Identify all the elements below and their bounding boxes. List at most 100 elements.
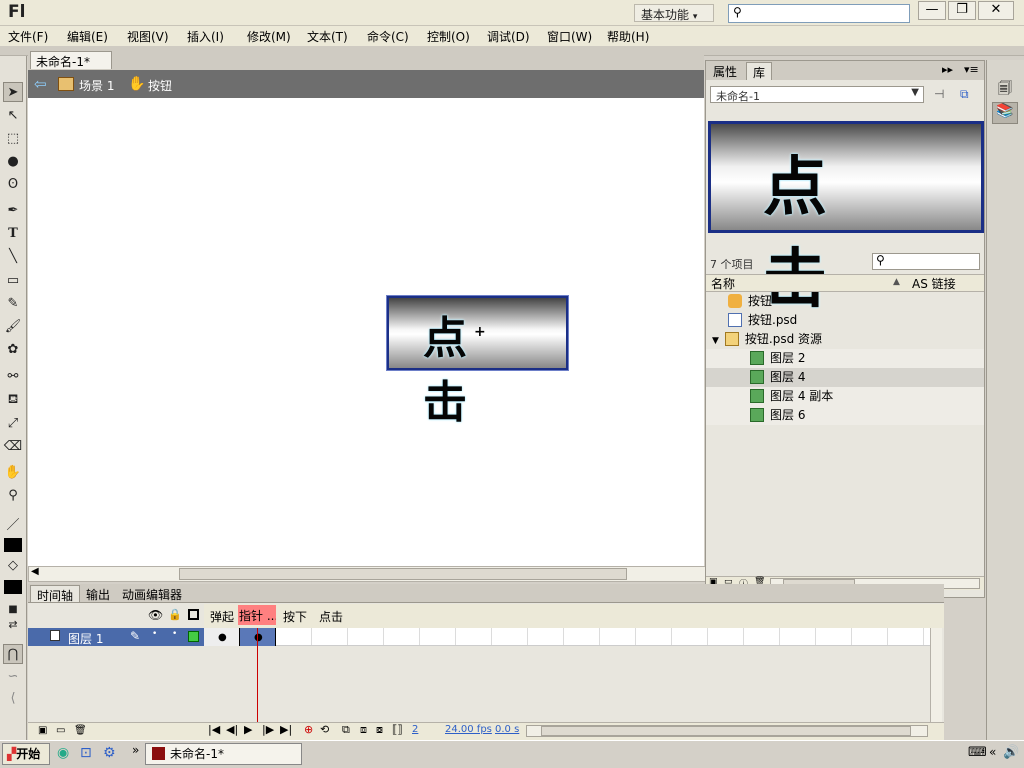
- onion-outline-icon[interactable]: ⧈: [360, 723, 367, 737]
- straighten-icon[interactable]: ⟨: [3, 689, 23, 709]
- modify-markers-icon[interactable]: ⟦⟧: [392, 723, 403, 736]
- layer-name[interactable]: 图层 1: [68, 630, 103, 647]
- deco-tool-icon[interactable]: ✿: [3, 340, 23, 360]
- lock-icon[interactable]: 🔒: [168, 608, 182, 621]
- list-item[interactable]: 图层 2: [706, 349, 984, 368]
- snap-magnet-icon[interactable]: ⋂: [3, 644, 23, 664]
- timeline-vertical-scrollbar[interactable]: [930, 628, 942, 722]
- delete-layer-icon[interactable]: 🗑: [74, 725, 87, 736]
- pen-tool-icon[interactable]: ✒: [3, 201, 23, 221]
- button-instance[interactable]: 点 击 +: [387, 296, 568, 428]
- first-frame-icon[interactable]: |◀: [208, 723, 220, 736]
- breadcrumb-scene[interactable]: 场景 1: [79, 77, 114, 94]
- menu-edit[interactable]: 编辑(E): [67, 28, 108, 45]
- edit-multiple-frames-icon[interactable]: ⧇: [376, 723, 383, 737]
- smooth-icon[interactable]: ∽: [3, 667, 23, 687]
- outline-icon[interactable]: [188, 609, 199, 620]
- menu-insert[interactable]: 插入(I): [187, 28, 224, 45]
- fill-color-swatch[interactable]: [4, 580, 22, 594]
- scrollbar-thumb[interactable]: [179, 568, 627, 580]
- stroke-color-swatch[interactable]: [4, 538, 22, 552]
- free-transform-tool-icon[interactable]: ⬚: [3, 129, 23, 149]
- frame-rate[interactable]: 24.00 fps: [445, 724, 492, 735]
- current-frame[interactable]: 2: [412, 724, 418, 735]
- keyboard-icon[interactable]: ⌨: [968, 745, 987, 760]
- expand-panel-icon[interactable]: ▸▸: [942, 63, 953, 76]
- frame-label-over[interactable]: 指针 ...: [238, 605, 276, 625]
- paint-bucket-tool-icon[interactable]: ⛾: [3, 390, 23, 410]
- next-frame-icon[interactable]: |▶: [262, 723, 274, 736]
- library-panel-icon[interactable]: 📚: [992, 102, 1018, 124]
- menu-commands[interactable]: 命令(C): [367, 28, 409, 45]
- center-frame-icon[interactable]: ⊕: [304, 723, 313, 736]
- library-search-input[interactable]: ⚲: [872, 253, 980, 270]
- menu-help[interactable]: 帮助(H): [607, 28, 649, 45]
- pin-icon[interactable]: ⊣: [934, 87, 944, 101]
- tab-properties[interactable]: 属性: [707, 62, 743, 80]
- line-tool-icon[interactable]: ╲: [3, 247, 23, 267]
- scroll-left-icon[interactable]: ◀: [31, 566, 39, 577]
- prev-frame-icon[interactable]: ◀|: [226, 723, 238, 736]
- app-icon[interactable]: ⊡: [80, 745, 92, 761]
- menu-debug[interactable]: 调试(D): [487, 28, 530, 45]
- lasso-tool-icon[interactable]: ʘ: [3, 175, 23, 195]
- menu-view[interactable]: 视图(V): [127, 28, 169, 45]
- rectangle-tool-icon[interactable]: ▭: [3, 271, 23, 291]
- stroke-color-icon[interactable]: ／: [3, 516, 23, 536]
- selection-tool-icon[interactable]: ➤: [3, 82, 23, 102]
- properties-panel-icon[interactable]: 🗐: [994, 78, 1016, 97]
- back-arrow-icon[interactable]: ⇦: [34, 76, 50, 92]
- list-item[interactable]: ▼ 按钮.psd 资源: [706, 330, 984, 349]
- start-button[interactable]: ▞开始: [2, 743, 50, 765]
- menu-modify[interactable]: 修改(M): [247, 28, 291, 45]
- more-icon[interactable]: »: [132, 743, 139, 757]
- onion-skin-icon[interactable]: ⧉: [342, 723, 350, 737]
- eye-icon[interactable]: 👁: [148, 608, 163, 622]
- column-name[interactable]: 名称: [711, 275, 735, 292]
- tab-output[interactable]: 输出: [80, 585, 116, 602]
- breadcrumb-symbol[interactable]: 按钮: [148, 77, 172, 94]
- list-item[interactable]: 图层 6: [706, 406, 984, 425]
- restore-button[interactable]: ❐: [948, 1, 976, 20]
- visibility-dot-icon[interactable]: •: [152, 629, 157, 639]
- play-icon[interactable]: ▶: [244, 723, 252, 736]
- library-document-select[interactable]: 未命名-1 ▼: [710, 86, 924, 103]
- text-tool-icon[interactable]: T: [3, 224, 23, 244]
- tray-expand-icon[interactable]: «: [989, 745, 996, 759]
- list-item[interactable]: 按钮: [706, 292, 984, 311]
- document-tab[interactable]: 未命名-1* ×: [30, 51, 112, 84]
- brush-tool-icon[interactable]: 🖌: [3, 317, 23, 337]
- playhead[interactable]: [257, 628, 258, 724]
- menu-text[interactable]: 文本(T): [307, 28, 348, 45]
- volume-icon[interactable]: 🔊: [1003, 745, 1019, 760]
- tab-motion-editor[interactable]: 动画编辑器: [116, 585, 188, 602]
- new-layer-icon[interactable]: ▣: [38, 725, 47, 736]
- loop-icon[interactable]: ⟲: [320, 723, 329, 736]
- last-frame-icon[interactable]: ▶|: [280, 723, 292, 736]
- layer-outline-color[interactable]: [188, 631, 199, 642]
- column-as-linkage[interactable]: AS 链接: [912, 275, 956, 292]
- list-item[interactable]: 图层 4 副本: [706, 387, 984, 406]
- elapsed-time[interactable]: 0.0 s: [495, 724, 519, 735]
- list-item[interactable]: 按钮.psd: [706, 311, 984, 330]
- hand-tool-icon[interactable]: ✋: [3, 463, 23, 483]
- taskbar-window-button[interactable]: 未命名-1*: [145, 743, 302, 765]
- eraser-tool-icon[interactable]: ⌫: [3, 437, 23, 457]
- lock-dot-icon[interactable]: •: [172, 629, 177, 639]
- stage-horizontal-scrollbar[interactable]: ◀: [28, 566, 706, 582]
- list-item[interactable]: 图层 4: [706, 368, 984, 387]
- menu-control[interactable]: 控制(O): [427, 28, 470, 45]
- frames-grid[interactable]: [204, 628, 930, 646]
- stage[interactable]: [28, 98, 704, 566]
- fill-color-icon[interactable]: ◇: [3, 556, 23, 576]
- 3d-rotation-tool-icon[interactable]: ●: [3, 152, 23, 172]
- pencil-tool-icon[interactable]: ✎: [3, 294, 23, 314]
- help-search-input[interactable]: ⚲: [728, 4, 910, 23]
- menu-file[interactable]: 文件(F): [8, 28, 48, 45]
- subselection-tool-icon[interactable]: ↖: [3, 106, 23, 126]
- selected-keyframe[interactable]: ●: [240, 628, 276, 646]
- sort-icon[interactable]: ▲: [893, 277, 900, 287]
- settings-icon[interactable]: ⚙: [103, 745, 116, 761]
- menu-window[interactable]: 窗口(W): [547, 28, 592, 45]
- swap-colors-icon[interactable]: ⇄: [3, 615, 23, 635]
